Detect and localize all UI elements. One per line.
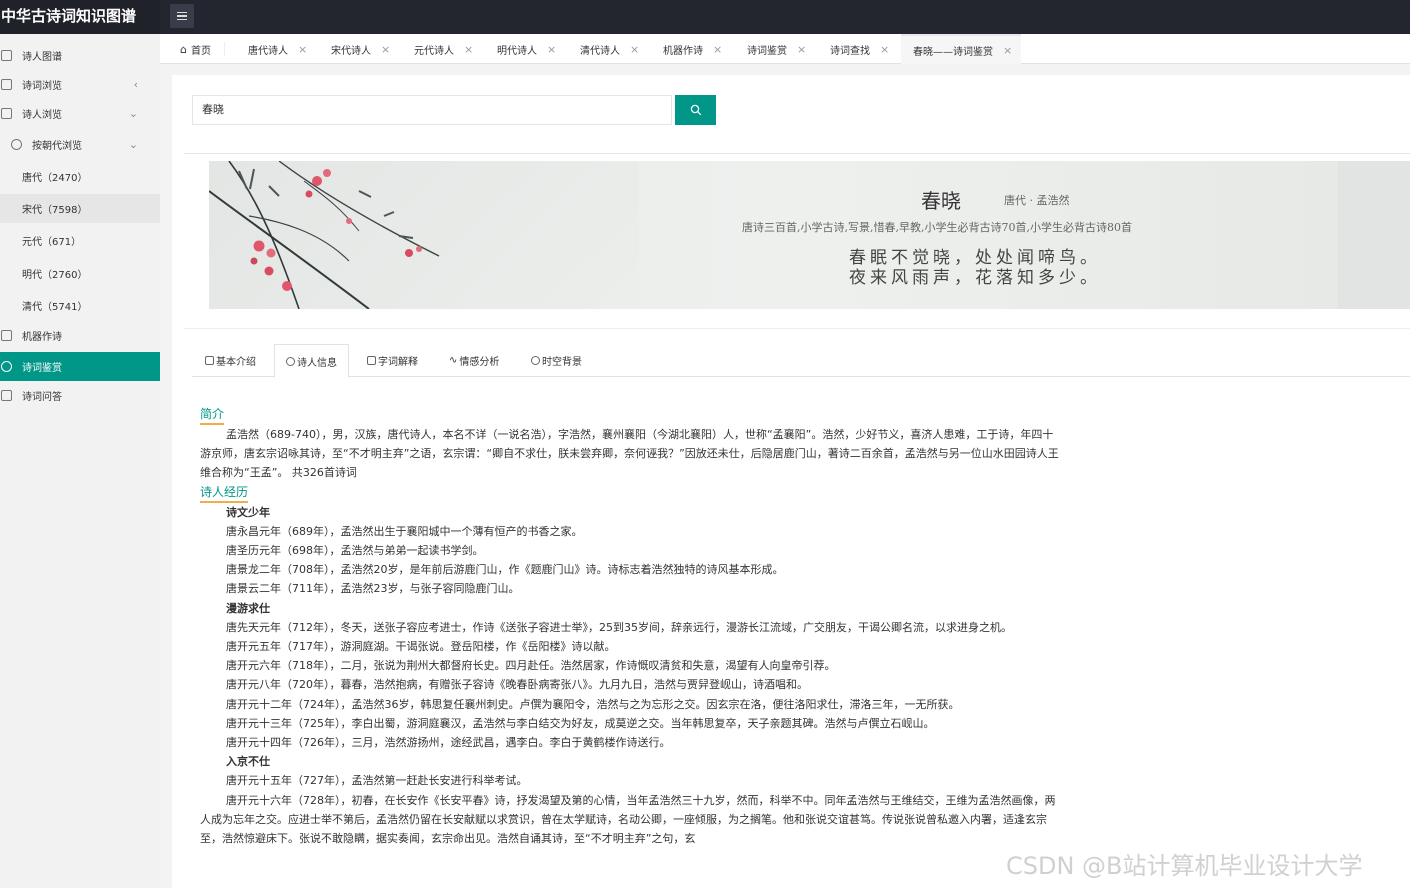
tab-time-space-background[interactable]: 时空背景 bbox=[520, 344, 593, 377]
stage-title: 漫游求仕 bbox=[226, 601, 270, 615]
watermark: CSDN @B站计算机毕业设计大学 bbox=[1006, 852, 1363, 880]
bio-paragraph: 唐开元十四年（726年），三月，浩然游扬州，途经武昌，遇李白。李白于黄鹤楼作诗送… bbox=[226, 736, 671, 750]
sidebar-item-yuan[interactable]: 元代（671） bbox=[0, 226, 160, 255]
sidebar-item-tang[interactable]: 唐代（2470） bbox=[0, 162, 160, 191]
sidebar: 诗人图谱 诗词浏览 ‹ 诗人浏览 ⌄ 按朝代浏览 ⌄ 唐代（2470） 宋代（7… bbox=[0, 34, 160, 888]
sidebar-item-machine-poetry[interactable]: 机器作诗 bbox=[0, 321, 160, 350]
close-icon[interactable]: × bbox=[547, 43, 556, 56]
tab-home[interactable]: ⌂ 首页 bbox=[168, 34, 211, 64]
bio-paragraph: 唐永昌元年（689年），孟浩然出生于襄阳城中一个薄有恒产的书香之家。 bbox=[226, 524, 583, 538]
bio-paragraph: 唐先天元年（712年），冬天，送张子容应考进士，作诗《送张子容进士举》，25到3… bbox=[226, 620, 1012, 634]
poem-banner: 春晓 唐代 · 孟浩然 唐诗三百首,小学古诗,写景,惜春,早教,小学生必背古诗7… bbox=[209, 161, 1410, 309]
bio-paragraph: 唐开元六年（718年），二月，张说为荆州大都督府长史。四月赴任。浩然居家，作诗慨… bbox=[226, 659, 836, 673]
chevron-left-icon: ‹ bbox=[133, 78, 138, 91]
search-input[interactable]: 春晓 bbox=[192, 95, 672, 125]
book-icon bbox=[1, 108, 12, 119]
sidebar-item-song[interactable]: 宋代（7598） bbox=[0, 194, 160, 223]
user-icon bbox=[286, 356, 295, 366]
chat-icon bbox=[1, 390, 12, 401]
home-icon: ⌂ bbox=[180, 42, 187, 56]
sidebar-item-poem-browse[interactable]: 诗词浏览 ‹ bbox=[0, 70, 160, 99]
tab-qing-poets[interactable]: 清代诗人 × bbox=[568, 34, 639, 64]
bio-paragraph: 唐开元十五年（727年），孟浩然第一赶赴长安进行科举考试。 bbox=[226, 774, 528, 788]
pencil-icon bbox=[1, 330, 12, 341]
tab-tang-poets[interactable]: 唐代诗人 × bbox=[236, 34, 307, 64]
tab-word-explanation[interactable]: 字词解释 bbox=[356, 344, 429, 377]
menu-toggle-button[interactable] bbox=[170, 4, 194, 28]
close-icon[interactable]: × bbox=[713, 43, 722, 56]
tab-chunxiao-appreciation[interactable]: 春晓——诗词鉴赏 × bbox=[901, 34, 1021, 64]
close-icon[interactable]: × bbox=[630, 43, 639, 56]
poet-intro-text: 孟浩然（689-740），男，汉族，唐代诗人，本名不详（一说名浩），字浩然，襄州… bbox=[200, 428, 1059, 480]
sidebar-item-by-dynasty[interactable]: 按朝代浏览 ⌄ bbox=[0, 130, 160, 159]
poem-line: 夜来风雨声，花落知多少。 bbox=[849, 268, 1101, 288]
hamburger-icon bbox=[177, 11, 187, 14]
tab-yuan-poets[interactable]: 元代诗人 × bbox=[402, 34, 473, 64]
tab-poem-appreciation[interactable]: 诗词鉴赏 × bbox=[735, 34, 806, 64]
stage-title: 诗文少年 bbox=[226, 505, 270, 519]
sidebar-item-poet-graph[interactable]: 诗人图谱 bbox=[0, 41, 160, 70]
sidebar-item-poem-qa[interactable]: 诗词问答 bbox=[0, 381, 160, 410]
tab-ming-poets[interactable]: 明代诗人 × bbox=[485, 34, 556, 64]
list-icon bbox=[1, 79, 12, 90]
poem-tags: 唐诗三百首,小学古诗,写景,惜春,早教,小学生必背古诗70首,小学生必背古诗80… bbox=[742, 221, 1132, 234]
tab-sentiment-analysis[interactable]: ∿ 情感分析 bbox=[438, 344, 510, 377]
close-icon[interactable]: × bbox=[797, 43, 806, 56]
sidebar-item-qing[interactable]: 清代（5741） bbox=[0, 291, 160, 320]
app-title: 中华古诗词知识图谱 bbox=[0, 0, 160, 34]
section-title-intro: 简介 bbox=[200, 406, 225, 425]
tab-song-poets[interactable]: 宋代诗人 × bbox=[319, 34, 390, 64]
document-icon bbox=[205, 356, 214, 365]
bio-paragraph: 唐圣历元年（698年），孟浩然与弟弟一起读书学剑。 bbox=[226, 544, 484, 558]
bio-paragraph: 唐开元八年（720年），暮春，浩然抱病，有赠张子容诗《晚春卧病寄张八》。九月九日… bbox=[226, 678, 808, 692]
bio-paragraph: 唐开元五年（717年），游洞庭湖。干谒张说。登岳阳楼，作《岳阳楼》诗以献。 bbox=[226, 640, 616, 654]
section-title-biography: 诗人经历 bbox=[200, 484, 249, 503]
bio-paragraph: 唐开元十三年（725年），李白出蜀，游洞庭襄汉，孟浩然与李白结交为好友，成莫逆之… bbox=[226, 716, 935, 730]
close-icon[interactable]: × bbox=[298, 43, 307, 56]
bio-paragraph: 唐开元十二年（724年），孟浩然36岁，韩思复任襄州刺史。卢僎为襄阳令，浩然与之… bbox=[226, 697, 960, 711]
search-button[interactable] bbox=[675, 95, 716, 125]
bio-paragraph: 唐景龙二年（708年），孟浩然20岁，是年前后游鹿门山，作《题鹿门山》诗。诗标志… bbox=[226, 563, 784, 577]
bio-paragraph: 唐开元十六年（728年），初春，在长安作《长安平春》诗，抒发渴望及第的心情，当年… bbox=[200, 793, 1056, 846]
branch-blossom-illustration bbox=[209, 161, 639, 309]
chart-line-icon: ∿ bbox=[449, 355, 458, 366]
stage-title: 入京不仕 bbox=[226, 755, 270, 769]
tab-poem-search[interactable]: 诗词查找 × bbox=[818, 34, 889, 64]
poet-info-content: 简介 孟浩然（689-740），男，汉族，唐代诗人，本名不详（一说名浩），字浩然… bbox=[200, 405, 1060, 848]
tab-bar: ⌂ 首页 唐代诗人 × 宋代诗人 × 元代诗人 × 明代诗人 × 清代诗人 × 机器作诗 ×… bbox=[160, 34, 1410, 64]
tab-machine-poetry[interactable]: 机器作诗 × bbox=[651, 34, 722, 64]
tab-poet-info[interactable]: 诗人信息 bbox=[274, 344, 349, 378]
chevron-down-icon: ⌄ bbox=[128, 138, 138, 151]
circle-icon bbox=[11, 139, 22, 150]
book-icon bbox=[367, 356, 376, 365]
search-icon bbox=[690, 104, 701, 116]
info-icon bbox=[531, 356, 540, 365]
close-icon[interactable]: × bbox=[1003, 44, 1012, 57]
tab-basic-intro[interactable]: 基本介绍 bbox=[194, 344, 267, 377]
chevron-down-icon: ⌄ bbox=[128, 107, 138, 120]
close-icon[interactable]: × bbox=[880, 43, 889, 56]
sidebar-item-poet-browse[interactable]: 诗人浏览 ⌄ bbox=[0, 99, 160, 128]
sidebar-item-ming[interactable]: 明代（2760） bbox=[0, 259, 160, 288]
sidebar-item-poem-appreciation[interactable]: 诗词鉴赏 bbox=[0, 352, 160, 381]
poem-title: 春晓 bbox=[921, 189, 961, 213]
user-icon bbox=[1, 50, 12, 61]
poem-dynasty-author: 唐代 · 孟浩然 bbox=[1004, 194, 1070, 207]
bio-paragraph: 唐景云二年（711年），孟浩然23岁，与张子容同隐鹿门山。 bbox=[226, 582, 520, 596]
main-panel: 春晓 春晓 唐代 · 孟浩然 唐诗三百首,小学古诗,写景,惜春,早教,小学生必背… bbox=[172, 75, 1410, 888]
close-icon[interactable]: × bbox=[381, 43, 390, 56]
close-icon[interactable]: × bbox=[464, 43, 473, 56]
detail-tabs: 基本介绍 诗人信息 字词解释 ∿ 情感分析 时空背景 bbox=[192, 344, 1410, 378]
top-header: 中华古诗词知识图谱 bbox=[0, 0, 1410, 34]
lightbulb-icon bbox=[1, 361, 12, 372]
